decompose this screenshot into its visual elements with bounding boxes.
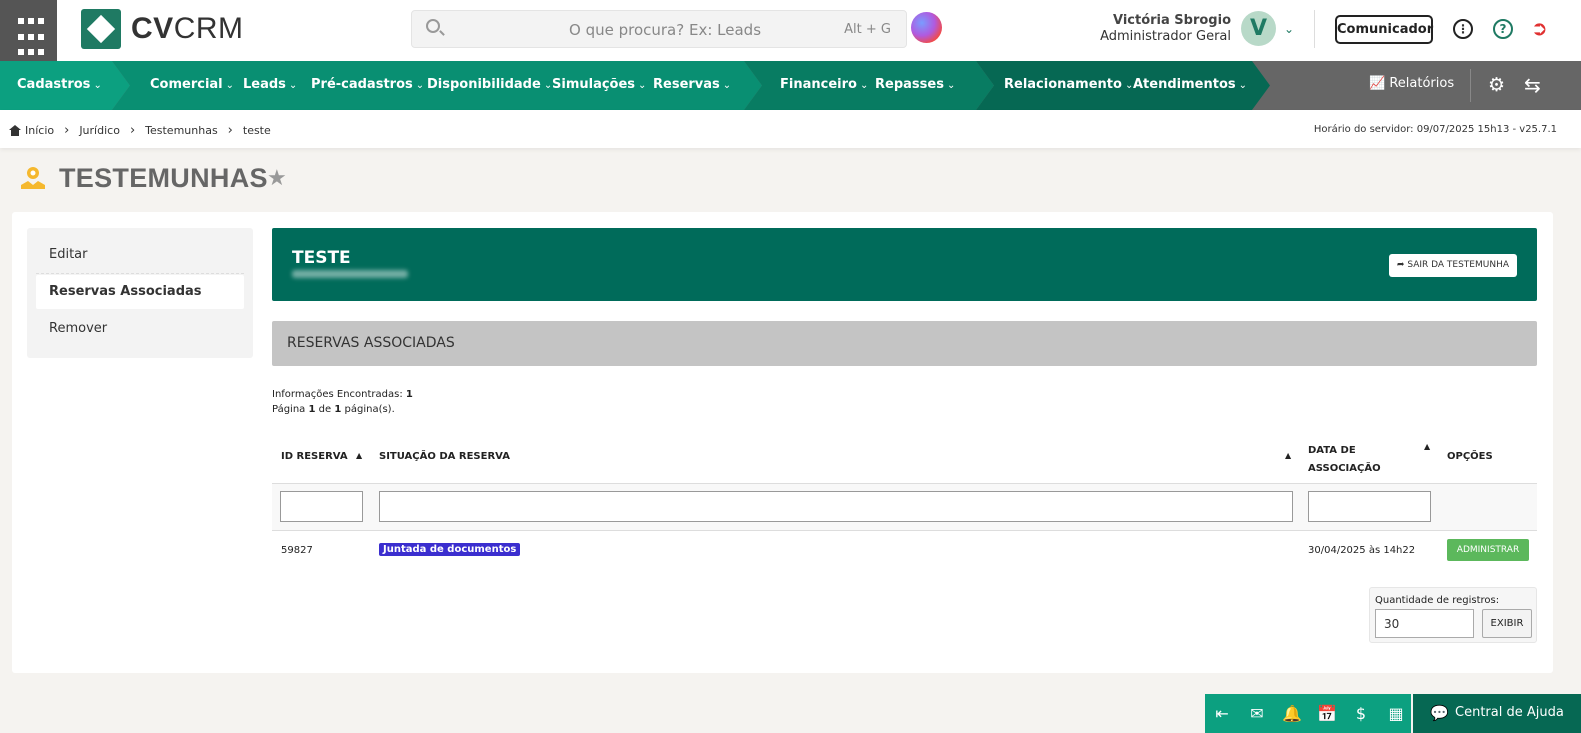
- administrar-button[interactable]: ADMINISTRAR: [1447, 539, 1529, 561]
- column-header-id[interactable]: ID RESERVA: [281, 451, 348, 462]
- favorite-star-icon[interactable]: ★: [267, 166, 287, 191]
- dollar-icon[interactable]: $: [1351, 704, 1371, 723]
- section-header: RESERVAS ASSOCIADAS: [272, 321, 1537, 366]
- divider: [1314, 10, 1315, 48]
- nav-item-comercial[interactable]: Comercial ⌄: [150, 77, 234, 92]
- logo-mark-icon: [81, 9, 121, 49]
- search-placeholder: O que procura? Ex: Leads: [569, 21, 762, 39]
- nav-item-financeiro[interactable]: Financeiro ⌄: [780, 77, 868, 92]
- page-title: TESTEMUNHAS: [59, 163, 268, 193]
- records-per-page: Quantidade de registros: 30 EXIBIR: [1369, 587, 1537, 643]
- results-info: Informações Encontradas: 1 Página 1 de 1…: [272, 389, 413, 415]
- section-title: RESERVAS ASSOCIADAS: [287, 335, 455, 351]
- divider: [36, 273, 244, 274]
- sidebar-item-reservas-associadas[interactable]: Reservas Associadas: [36, 275, 244, 309]
- chevron-down-icon[interactable]: ⌄: [1284, 22, 1294, 36]
- nav-item-reservas[interactable]: Reservas ⌄: [653, 77, 731, 92]
- ai-assistant-icon[interactable]: [911, 12, 942, 43]
- sidebar-menu: Editar Reservas Associadas Remover: [27, 228, 253, 358]
- breadcrumb-item-inicio[interactable]: Início: [25, 124, 54, 137]
- column-header-date[interactable]: DATA DE ASSOCIAÇÃO: [1308, 442, 1383, 478]
- more-options-icon[interactable]: ⋮: [1453, 19, 1473, 39]
- user-info[interactable]: Victória Sbrogio Administrador Geral: [1100, 13, 1231, 44]
- bell-icon[interactable]: 🔔: [1282, 704, 1302, 723]
- show-button[interactable]: EXIBIR: [1482, 609, 1532, 638]
- breadcrumb-item-current: teste: [242, 124, 271, 137]
- filter-date-input[interactable]: [1308, 491, 1431, 522]
- nav-item-cadastros[interactable]: Cadastros ⌄: [17, 77, 102, 92]
- gear-icon[interactable]: ⚙: [1488, 74, 1505, 96]
- main-nav: Cadastros ⌄ Comercial ⌄ Leads ⌄ Pré-cadastr…: [0, 61, 1581, 110]
- reports-link[interactable]: 📈 Relatórios: [1369, 76, 1454, 91]
- divider: [272, 530, 1537, 531]
- nav-item-leads[interactable]: Leads ⌄: [243, 77, 297, 92]
- witness-header: TESTE ➦ SAIR DA TESTEMUNHA: [272, 228, 1537, 301]
- cell-association-date: 30/04/2025 às 14h22: [1308, 545, 1416, 556]
- mail-star-icon[interactable]: ✉: [1247, 704, 1267, 723]
- nav-item-atendimentos[interactable]: Atendimentos ⌄: [1133, 77, 1247, 92]
- chevron-right-icon: ›: [64, 123, 70, 138]
- divider: [1470, 69, 1471, 102]
- breadcrumb-item-juridico[interactable]: Jurídico: [79, 124, 120, 137]
- records-quantity-input[interactable]: 30: [1375, 609, 1474, 638]
- chevron-right-icon: ›: [129, 123, 136, 138]
- column-header-options: OPÇÕES: [1447, 451, 1493, 462]
- home-icon: [9, 125, 21, 136]
- breadcrumb-item-testemunhas[interactable]: Testemunhas: [145, 124, 218, 137]
- search-input[interactable]: O que procura? Ex: Leads Alt + G: [411, 10, 907, 48]
- share-icon: ➦: [1396, 260, 1405, 270]
- nav-item-relacionamento[interactable]: Relacionamento ⌄: [1004, 77, 1133, 92]
- witness-icon: [21, 167, 45, 189]
- quick-dock: ⇤ ✉ 🔔 📅 $ ▦: [1205, 694, 1411, 733]
- user-name: Victória Sbrogio: [1112, 13, 1231, 28]
- apps-grid-icon[interactable]: [0, 0, 57, 61]
- user-role: Administrador Geral: [1100, 29, 1231, 44]
- help-icon[interactable]: ?: [1493, 19, 1513, 39]
- filter-id-input[interactable]: [280, 491, 363, 522]
- witness-email-redacted: [292, 270, 408, 278]
- collapse-left-icon[interactable]: ⇤: [1212, 704, 1232, 723]
- communicator-button[interactable]: Comunicador: [1335, 15, 1433, 44]
- chevron-right-icon: ›: [227, 123, 233, 138]
- help-center-label: Central de Ajuda: [1455, 705, 1564, 720]
- breadcrumb: Início › Jurídico › Testemunhas › teste …: [0, 110, 1581, 148]
- exit-witness-button[interactable]: ➦ SAIR DA TESTEMUNHA: [1388, 254, 1517, 277]
- filter-status-input[interactable]: [379, 491, 1293, 522]
- sort-icon[interactable]: ▲: [356, 451, 362, 460]
- help-center-button[interactable]: 💬 Central de Ajuda: [1413, 694, 1581, 733]
- nav-item-pre-cadastros[interactable]: Pré-cadastros ⌄: [311, 77, 424, 92]
- search-shortcut: Alt + G: [844, 22, 891, 37]
- column-header-status[interactable]: SITUAÇÃO DA RESERVA: [379, 451, 510, 462]
- witness-name: TESTE: [292, 248, 351, 268]
- logout-icon[interactable]: ➲: [1531, 16, 1548, 40]
- chat-icon: 💬: [1430, 704, 1449, 722]
- nav-item-disponibilidade[interactable]: Disponibilidade ⌄: [427, 77, 552, 92]
- cell-reservation-id: 59827: [281, 545, 313, 556]
- sort-icon[interactable]: ▲: [1424, 442, 1430, 451]
- top-bar: CVCRM O que procura? Ex: Leads Alt + G V…: [0, 0, 1581, 61]
- swap-icon[interactable]: ⇆: [1524, 73, 1541, 97]
- records-label: Quantidade de registros:: [1375, 595, 1500, 606]
- calculator-icon[interactable]: ▦: [1386, 704, 1406, 723]
- nav-item-simulacoes[interactable]: Simulações ⌄: [552, 77, 646, 92]
- server-time: Horário do servidor: 09/07/2025 15h13 - …: [1313, 124, 1557, 135]
- logo-text: CVCRM: [131, 12, 244, 45]
- search-icon: [426, 19, 440, 33]
- logo[interactable]: CVCRM: [81, 9, 244, 49]
- sidebar-item-editar[interactable]: Editar: [36, 238, 244, 272]
- sort-icon[interactable]: ▲: [1285, 451, 1291, 460]
- sidebar-item-remover[interactable]: Remover: [36, 312, 244, 346]
- chart-line-icon: 📈: [1369, 76, 1386, 91]
- avatar[interactable]: V: [1241, 11, 1276, 46]
- nav-item-repasses[interactable]: Repasses ⌄: [875, 77, 955, 92]
- status-badge: Juntada de documentos: [379, 543, 521, 556]
- calendar-icon[interactable]: 📅: [1317, 704, 1337, 723]
